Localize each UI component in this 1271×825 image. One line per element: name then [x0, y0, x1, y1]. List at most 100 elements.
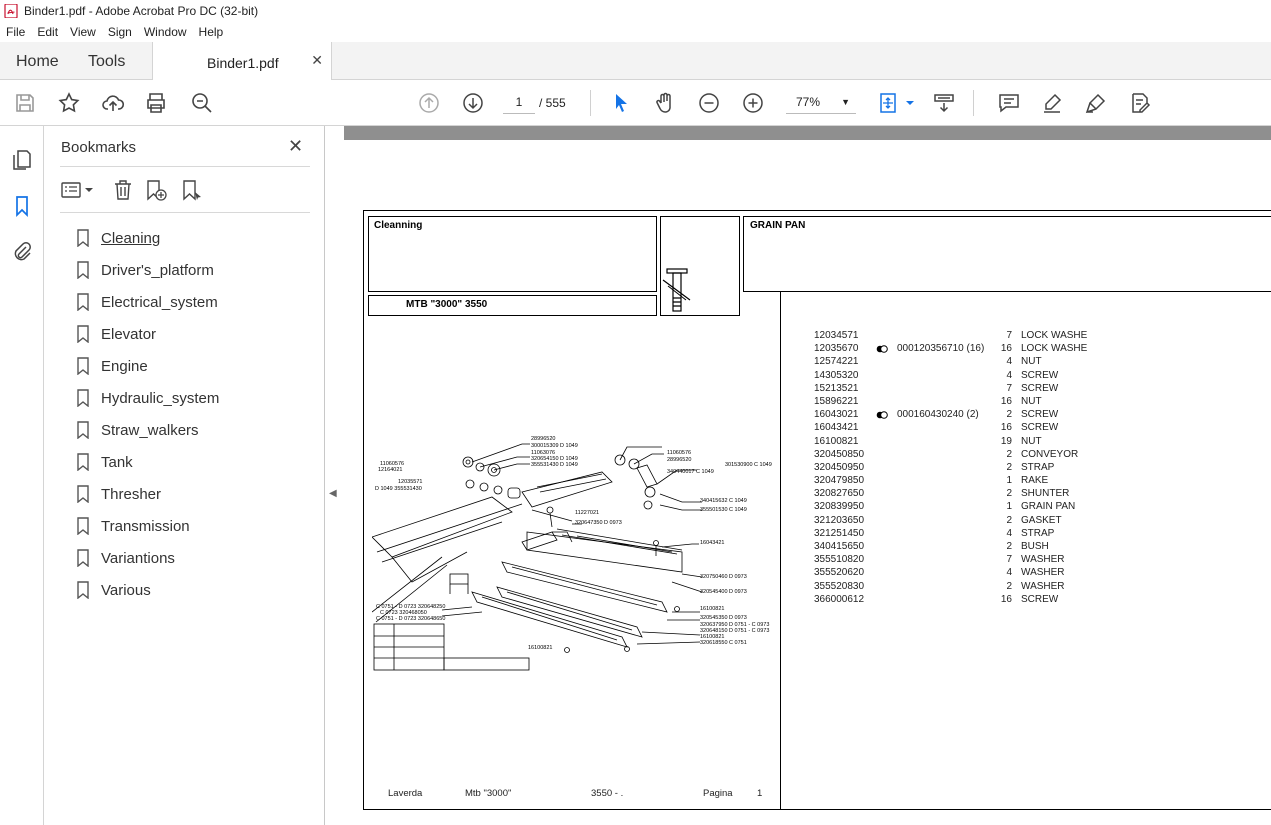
bookmark-icon: [77, 325, 89, 343]
bookmark-item-tank[interactable]: Tank: [76, 446, 219, 478]
diagram-label: C 0751 - D 0723 320648650: [376, 616, 446, 622]
part-qty: 7: [1006, 330, 1012, 341]
bookmark-label: Electrical_system: [101, 293, 218, 311]
new-bookmark-icon[interactable]: [145, 178, 167, 202]
collapse-panel-icon[interactable]: ◀: [329, 488, 337, 499]
part-desc: GRAIN PAN: [1021, 501, 1076, 513]
bookmark-item-elevator[interactable]: Elevator: [76, 318, 219, 350]
footer-page-number: 1: [757, 788, 763, 799]
menu-window[interactable]: Window: [144, 25, 187, 39]
bookmark-item-cleaning[interactable]: Cleaning: [76, 222, 219, 254]
toolbar-separator: [973, 90, 974, 116]
part-desc: BUSH: [1021, 541, 1049, 552]
part-qty: 2: [1006, 409, 1012, 421]
diagram-label: 355501530 C 1049: [700, 507, 747, 513]
bookmark-item-variantions[interactable]: Variantions: [76, 542, 219, 574]
replacement-marker-icon: [876, 411, 888, 419]
part-desc: STRAP: [1021, 461, 1055, 473]
bookmark-label: Various: [101, 581, 151, 599]
bookmark-panel-icon[interactable]: [10, 194, 34, 218]
edit-pdf-icon[interactable]: [1128, 91, 1152, 115]
part-alt-code: 000120356710 (16): [897, 343, 985, 355]
bookmark-item-engine[interactable]: Engine: [76, 350, 219, 382]
tab-tools[interactable]: Tools: [88, 53, 125, 71]
part-desc: NUT: [1021, 395, 1042, 407]
page-number-input[interactable]: 1: [503, 90, 535, 114]
bookmark-icon: [77, 421, 89, 439]
part-code: 16100821: [814, 435, 859, 447]
save-icon[interactable]: [13, 91, 37, 115]
diagram-label: 16100821: [528, 645, 553, 651]
tab-document-label: Binder1.pdf: [207, 55, 279, 71]
part-code: 320479850: [814, 475, 865, 487]
menu-file[interactable]: File: [6, 25, 25, 39]
replacement-marker-icon: [876, 345, 888, 353]
sign-pen-icon[interactable]: [1084, 91, 1108, 115]
bookmark-item-hydraulic-system[interactable]: Hydraulic_system: [76, 382, 219, 414]
part-desc: WASHER: [1021, 554, 1065, 566]
bookmark-item-thresher[interactable]: Thresher: [76, 478, 219, 510]
comment-icon[interactable]: [997, 91, 1021, 115]
page-thumbnails-icon[interactable]: [10, 148, 34, 172]
bookmark-item-drivers-platform[interactable]: Driver's_platform: [76, 254, 219, 286]
bookmark-options-icon[interactable]: [60, 178, 94, 202]
toolbar: [0, 80, 1271, 126]
toolbar-separator: [590, 90, 591, 116]
diagram-label: 320545350 D 0973: [700, 615, 747, 621]
zoom-out-icon[interactable]: [697, 91, 721, 115]
part-code: 15896221: [814, 395, 859, 407]
print-icon[interactable]: [144, 91, 168, 115]
part-code: 355520830: [814, 580, 865, 592]
tab-document[interactable]: Binder1.pdf ✕: [152, 42, 332, 81]
zoom-level-value: 77%: [796, 95, 821, 109]
part-desc: STRAP: [1021, 527, 1055, 539]
bookmark-item-straw-walkers[interactable]: Straw_walkers: [76, 414, 219, 446]
delete-bookmark-icon[interactable]: [112, 178, 134, 202]
close-tab-icon[interactable]: ✕: [311, 52, 323, 69]
tab-home[interactable]: Home: [16, 53, 59, 71]
hand-tool-icon[interactable]: [653, 91, 677, 115]
attachment-icon[interactable]: [10, 240, 34, 264]
part-desc: NUT: [1021, 356, 1042, 368]
bookmark-item-various[interactable]: Various: [76, 574, 219, 606]
diagram-label: 320618550 C 0751: [700, 640, 747, 646]
bookmark-item-transmission[interactable]: Transmission: [76, 510, 219, 542]
part-qty: 2: [1006, 461, 1012, 473]
scroll-mode-icon[interactable]: [932, 91, 956, 115]
bookmark-icon: [77, 357, 89, 375]
footer-ref: 3550 - .: [591, 788, 624, 799]
footer-model: Mtb "3000": [465, 788, 512, 799]
menu-view[interactable]: View: [70, 25, 96, 39]
menu-edit[interactable]: Edit: [37, 25, 58, 39]
zoom-level-select[interactable]: 77% ▼: [786, 90, 856, 114]
part-desc: LOCK WASHE: [1021, 330, 1088, 341]
highlight-pen-icon[interactable]: [1040, 91, 1064, 115]
part-code: 16043421: [814, 422, 859, 434]
zoom-search-icon[interactable]: [190, 91, 214, 115]
menu-help[interactable]: Help: [199, 25, 224, 39]
menu-sign[interactable]: Sign: [108, 25, 132, 39]
upload-cloud-icon[interactable]: [101, 91, 125, 115]
fit-page-dropdown-icon[interactable]: [898, 91, 914, 115]
zoom-in-icon[interactable]: [741, 91, 765, 115]
model-title: MTB "3000" 3550: [406, 299, 488, 310]
bookmarks-panel: Bookmarks ✕ Cleaning Driver's_platform E…: [44, 126, 325, 825]
bookmark-item-electrical-system[interactable]: Electrical_system: [76, 286, 219, 318]
section-box: [743, 216, 1271, 292]
diagram-label: 16100821: [700, 606, 725, 612]
select-cursor-icon[interactable]: [609, 91, 633, 115]
close-panel-icon[interactable]: ✕: [288, 136, 303, 157]
previous-page-icon[interactable]: [417, 91, 441, 115]
part-alt-code: 000160430240 (2): [897, 409, 979, 421]
part-code: 12574221: [814, 356, 859, 368]
page-gap: [344, 126, 1271, 140]
bookmark-search-icon[interactable]: [181, 178, 203, 202]
part-qty: 1: [1006, 501, 1012, 513]
part-qty: 1: [1006, 475, 1012, 487]
part-qty: 2: [1006, 488, 1012, 500]
bookmark-label: Transmission: [101, 517, 190, 535]
page-total: / 555: [539, 96, 566, 110]
title-bar: Binder1.pdf - Adobe Acrobat Pro DC (32-b…: [0, 0, 1271, 22]
star-icon[interactable]: [57, 91, 81, 115]
next-page-icon[interactable]: [461, 91, 485, 115]
